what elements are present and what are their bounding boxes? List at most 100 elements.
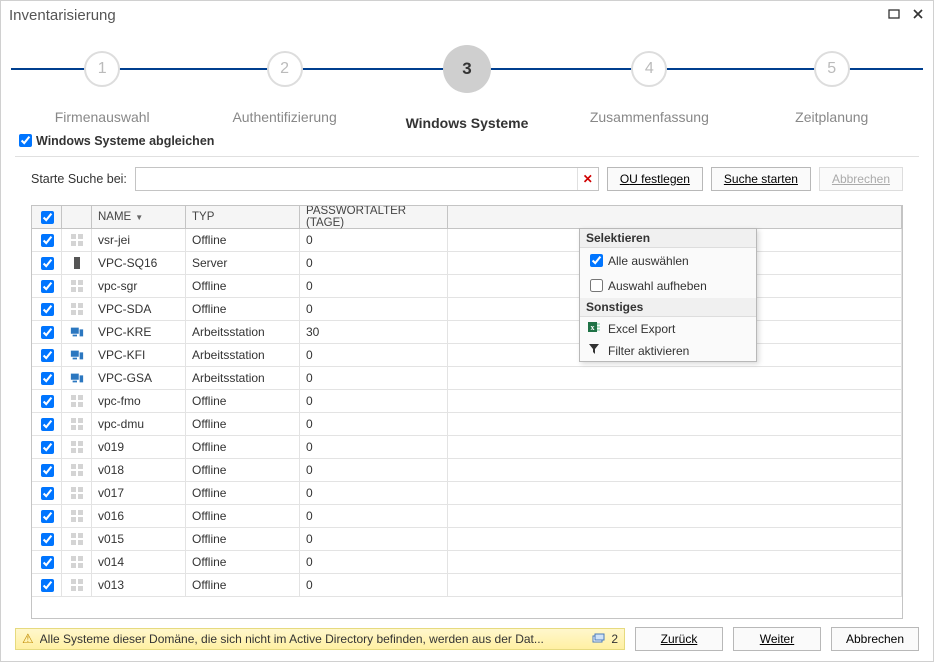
row-checkbox[interactable] [41,418,54,431]
header-name[interactable]: NAME▼ [92,206,186,228]
table-row[interactable]: vpc-sgrOffline0 [32,275,902,298]
row-system-icon [62,252,92,274]
step-label: Zeitplanung [795,109,868,125]
titlebar: Inventarisierung [1,1,933,29]
row-rest [448,482,902,504]
warning-count: 2 [611,632,618,646]
step-circle: 3 [443,45,491,93]
row-checkbox[interactable] [41,441,54,454]
row-rest [448,528,902,550]
table-row[interactable]: v019Offline0 [32,436,902,459]
row-age: 0 [300,574,448,596]
table-row[interactable]: vpc-dmuOffline0 [32,413,902,436]
row-age: 0 [300,275,448,297]
table-row[interactable]: vsr-jeiOffline0 [32,229,902,252]
cancel-search-button[interactable]: Abbrechen [819,167,903,191]
row-checkbox-cell [32,344,62,366]
step-circle: 5 [814,51,850,87]
table-row[interactable]: vpc-fmoOffline0 [32,390,902,413]
step-2[interactable]: 2Authentifizierung [193,33,375,131]
row-checkbox-cell [32,252,62,274]
maximize-button[interactable] [887,8,901,22]
row-rest [448,436,902,458]
row-rest [448,574,902,596]
next-button[interactable]: Weiter [733,627,821,651]
sync-windows-checkbox[interactable] [19,134,32,147]
cancel-button[interactable]: Abbrechen [831,627,919,651]
table-row[interactable]: v016Offline0 [32,505,902,528]
row-checkbox[interactable] [41,510,54,523]
row-rest [448,413,902,435]
row-system-icon [62,436,92,458]
table-row[interactable]: v014Offline0 [32,551,902,574]
back-button[interactable]: Zurück [635,627,723,651]
row-checkbox-cell [32,459,62,481]
header-select-all[interactable] [32,206,62,228]
menu-item-select-all[interactable]: Alle auswählen [580,248,756,273]
row-checkbox[interactable] [41,257,54,270]
row-checkbox-cell [32,436,62,458]
row-age: 0 [300,505,448,527]
row-name: v017 [92,482,186,504]
table-row[interactable]: VPC-SDAOffline0 [32,298,902,321]
table-header-row: NAME▼ TYP PASSWORTALTER (TAGE) [32,206,902,229]
row-checkbox-cell [32,229,62,251]
row-name: VPC-KFI [92,344,186,366]
step-5[interactable]: 5 Zeitplanung [741,33,923,131]
start-search-button[interactable]: Suche starten [711,167,811,191]
row-checkbox[interactable] [41,372,54,385]
row-checkbox[interactable] [41,487,54,500]
row-checkbox[interactable] [41,280,54,293]
row-type: Offline [186,459,300,481]
row-system-icon [62,459,92,481]
ou-button[interactable]: OU festlegen [607,167,703,191]
table-row[interactable]: v015Offline0 [32,528,902,551]
row-checkbox-cell [32,551,62,573]
row-checkbox[interactable] [41,395,54,408]
row-system-icon [62,551,92,573]
step-4[interactable]: 4Zusammenfassung [558,33,740,131]
table-row[interactable]: VPC-SQ16Server0 [32,252,902,275]
step-1[interactable]: 1Firmenauswahl [11,33,193,131]
clear-search-icon[interactable]: ✕ [577,168,598,190]
row-name: vpc-sgr [92,275,186,297]
table-row[interactable]: VPC-GSAArbeitsstation0 [32,367,902,390]
row-checkbox[interactable] [41,303,54,316]
header-age[interactable]: PASSWORTALTER (TAGE) [300,206,448,228]
table-row[interactable]: v018Offline0 [32,459,902,482]
row-checkbox[interactable] [41,349,54,362]
row-age: 0 [300,252,448,274]
sort-desc-icon: ▼ [135,213,143,222]
header-type[interactable]: TYP [186,206,300,228]
table-body[interactable]: vsr-jeiOffline0VPC-SQ16Server0vpc-sgrOff… [32,229,902,618]
row-checkbox[interactable] [41,234,54,247]
row-system-icon [62,344,92,366]
menu-item-filter-activate[interactable]: Filter aktivieren [580,340,756,361]
row-checkbox[interactable] [41,464,54,477]
row-checkbox[interactable] [41,579,54,592]
table-row[interactable]: v017Offline0 [32,482,902,505]
table-row[interactable]: VPC-KREArbeitsstation30 [32,321,902,344]
wizard-stepper: 1Firmenauswahl2Authentifizierung3Windows… [11,33,923,123]
row-type: Offline [186,574,300,596]
close-button[interactable] [911,8,925,22]
row-checkbox-cell [32,482,62,504]
row-checkbox-cell [32,367,62,389]
step-3[interactable]: 3Windows Systeme [376,33,558,131]
table-row[interactable]: v013Offline0 [32,574,902,597]
menu-item-deselect-all[interactable]: Auswahl aufheben [580,273,756,298]
row-age: 0 [300,413,448,435]
row-checkbox[interactable] [41,556,54,569]
row-checkbox[interactable] [41,326,54,339]
row-name: VPC-SQ16 [92,252,186,274]
row-checkbox[interactable] [41,533,54,546]
row-type: Offline [186,551,300,573]
menu-item-excel-export[interactable]: x Excel Export [580,317,756,340]
row-checkbox-cell [32,275,62,297]
row-age: 0 [300,551,448,573]
search-input-wrap: ✕ [135,167,599,191]
search-input[interactable] [136,169,577,189]
row-name: v014 [92,551,186,573]
stack-icon [591,632,605,647]
table-row[interactable]: VPC-KFIArbeitsstation0 [32,344,902,367]
